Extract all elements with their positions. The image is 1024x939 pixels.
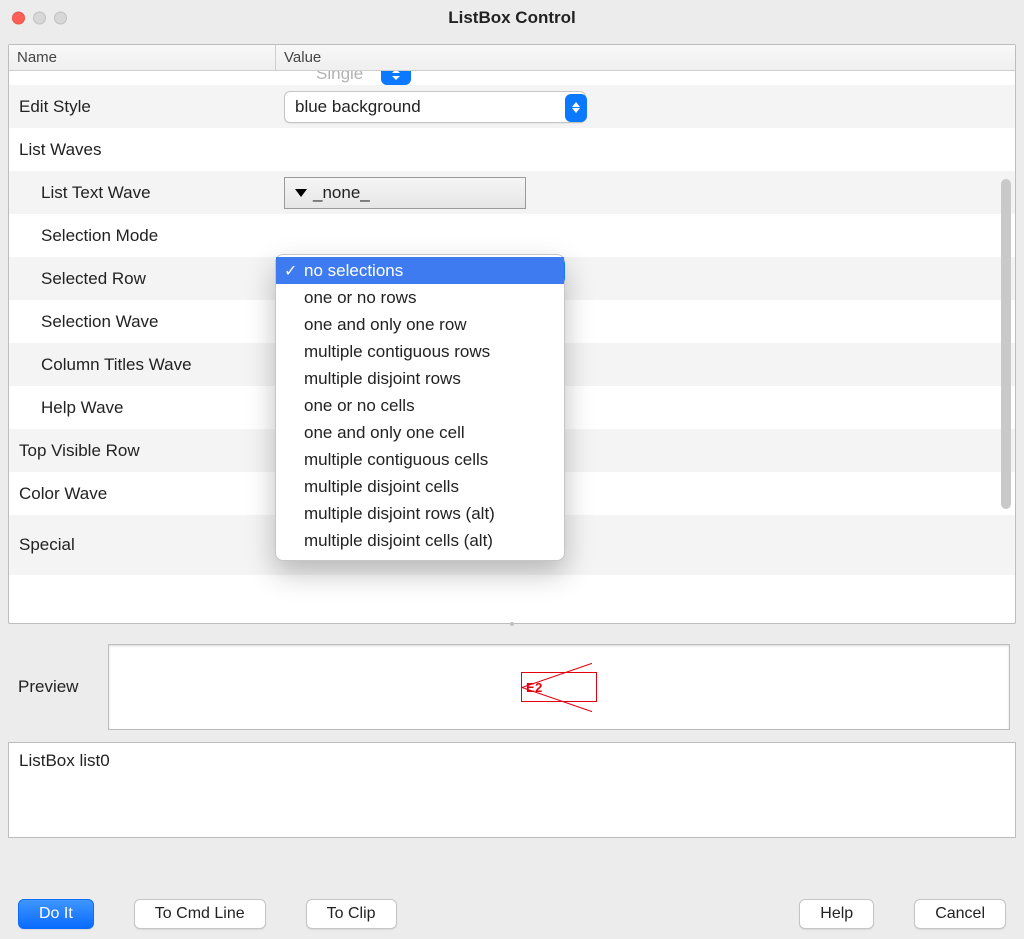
selection-mode-option[interactable]: one and only one row bbox=[276, 311, 564, 338]
label-selection-mode: Selection Mode bbox=[9, 226, 276, 246]
preview-error-code: E2 bbox=[526, 680, 543, 695]
selection-mode-option[interactable]: multiple disjoint rows bbox=[276, 365, 564, 392]
selection-mode-dropdown[interactable]: no selectionsone or no rowsone and only … bbox=[275, 254, 565, 561]
do-it-button[interactable]: Do It bbox=[18, 899, 94, 929]
help-button[interactable]: Help bbox=[799, 899, 874, 929]
selection-mode-option[interactable]: no selections bbox=[276, 257, 564, 284]
label-list-waves: List Waves bbox=[9, 140, 276, 160]
label-list-text-wave: List Text Wave bbox=[9, 183, 276, 203]
selection-mode-option[interactable]: multiple contiguous cells bbox=[276, 446, 564, 473]
selection-mode-option[interactable]: multiple disjoint cells (alt) bbox=[276, 527, 564, 554]
close-window-button[interactable] bbox=[12, 12, 25, 25]
column-header-value[interactable]: Value bbox=[276, 45, 1015, 70]
row-selection-mode: Selection Mode bbox=[9, 214, 1015, 257]
button-row: Do It To Cmd Line To Clip Help Cancel bbox=[0, 899, 1024, 929]
list-text-wave-popup[interactable]: _none_ bbox=[284, 177, 526, 209]
row-list-waves: List Waves bbox=[9, 128, 1015, 171]
label-selection-wave: Selection Wave bbox=[9, 312, 276, 332]
traffic-lights bbox=[12, 12, 67, 25]
label-color-wave: Color Wave bbox=[9, 484, 276, 504]
label-special: Special bbox=[9, 535, 276, 555]
command-output[interactable]: ListBox list0 bbox=[8, 742, 1016, 838]
selection-mode-option[interactable]: multiple disjoint cells bbox=[276, 473, 564, 500]
column-header-name[interactable]: Name bbox=[9, 45, 276, 70]
preview-frame: E2 bbox=[108, 644, 1010, 730]
window-title: ListBox Control bbox=[448, 8, 576, 28]
label-edit-style: Edit Style bbox=[9, 97, 276, 117]
preview-section: Preview E2 bbox=[0, 624, 1024, 732]
to-clip-button[interactable]: To Clip bbox=[306, 899, 397, 929]
row-frame: Frame Single bbox=[9, 71, 1015, 85]
split-handle[interactable] bbox=[498, 620, 526, 628]
to-cmd-line-button[interactable]: To Cmd Line bbox=[134, 899, 266, 929]
label-help-wave: Help Wave bbox=[9, 398, 276, 418]
frame-stepper[interactable] bbox=[381, 71, 411, 85]
selection-mode-option[interactable]: one or no rows bbox=[276, 284, 564, 311]
command-text: ListBox list0 bbox=[19, 751, 110, 770]
selection-mode-option[interactable]: multiple disjoint rows (alt) bbox=[276, 500, 564, 527]
zoom-window-button[interactable] bbox=[54, 12, 67, 25]
edit-style-value: blue background bbox=[295, 97, 421, 117]
chevron-down-icon bbox=[295, 189, 307, 197]
selection-mode-option[interactable]: one or no cells bbox=[276, 392, 564, 419]
window-titlebar: ListBox Control bbox=[0, 0, 1024, 36]
edit-style-combobox[interactable]: blue background bbox=[284, 91, 586, 123]
label-selected-row: Selected Row bbox=[9, 269, 276, 289]
preview-error-box: E2 bbox=[521, 672, 597, 702]
updown-stepper-icon bbox=[565, 94, 587, 122]
row-edit-style: Edit Style blue background bbox=[9, 85, 1015, 128]
selection-mode-option[interactable]: multiple contiguous rows bbox=[276, 338, 564, 365]
label-top-visible-row: Top Visible Row bbox=[9, 441, 276, 461]
label-column-titles-wave: Column Titles Wave bbox=[9, 355, 276, 375]
preview-label: Preview bbox=[18, 677, 108, 697]
cancel-button[interactable]: Cancel bbox=[914, 899, 1006, 929]
selection-mode-option[interactable]: one and only one cell bbox=[276, 419, 564, 446]
list-text-wave-value: _none_ bbox=[313, 183, 370, 203]
row-list-text-wave: List Text Wave _none_ bbox=[9, 171, 1015, 214]
minimize-window-button[interactable] bbox=[33, 12, 46, 25]
table-header: Name Value bbox=[9, 45, 1015, 71]
vertical-scrollbar[interactable] bbox=[1001, 179, 1011, 509]
